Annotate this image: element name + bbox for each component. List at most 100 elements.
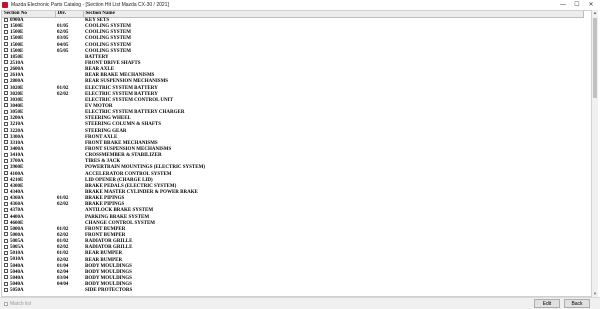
section-no: 3410A [10, 153, 24, 159]
match-list-checkbox-box[interactable] [4, 301, 8, 306]
row-checkbox[interactable] [4, 134, 8, 139]
section-no: 1850E [10, 54, 24, 60]
section-no-cell[interactable]: 0900A [2, 17, 55, 25]
row-checkbox[interactable] [4, 146, 8, 151]
row-checkbox[interactable] [4, 269, 8, 274]
table-body: 0900A KEY SETS 1500E 01/05 COOLING SYSTEM 150… [2, 17, 583, 295]
maximize-button[interactable]: ☐ [570, 0, 584, 10]
section-no: 2800A [10, 79, 24, 85]
row-checkbox[interactable] [4, 195, 8, 200]
row-checkbox[interactable] [4, 78, 8, 83]
section-no: 3050E [10, 110, 24, 116]
section-no: 5000A [10, 233, 24, 239]
row-checkbox[interactable] [4, 201, 8, 206]
row-checkbox[interactable] [4, 220, 8, 225]
row-checkbox[interactable] [4, 140, 8, 145]
row-checkbox[interactable] [4, 214, 8, 218]
row-checkbox[interactable] [4, 281, 8, 286]
section-no: 5040A [10, 269, 24, 275]
row-checkbox[interactable] [4, 91, 8, 96]
bottom-bar: Match list Edit Back [0, 297, 600, 309]
row-checkbox[interactable] [4, 275, 8, 280]
minimize-button[interactable]: — [556, 0, 570, 10]
match-list-checkbox[interactable]: Match list [4, 301, 31, 307]
section-no: 5000A [10, 226, 24, 232]
row-checkbox[interactable] [4, 256, 8, 261]
row-checkbox[interactable] [4, 66, 8, 71]
section-no: 4360A [10, 202, 24, 208]
row-checkbox[interactable] [4, 244, 8, 249]
section-no: 5040A [10, 263, 24, 269]
section-no: 4370A [10, 208, 24, 214]
row-checkbox[interactable] [4, 226, 8, 231]
row-checkbox[interactable] [4, 183, 8, 188]
row-checkbox[interactable] [4, 263, 8, 268]
section-no: 2510A [10, 61, 24, 67]
window-title: Mazda Electronic Parts Catalog - [Sectio… [11, 2, 169, 8]
row-checkbox[interactable] [4, 121, 8, 126]
table-row[interactable]: 0900A KEY SETS [2, 17, 583, 25]
section-no: 3020E [10, 85, 24, 91]
row-checkbox[interactable] [4, 35, 8, 40]
row-checkbox[interactable] [4, 164, 8, 169]
section-no: 3900E [10, 165, 24, 171]
row-checkbox[interactable] [4, 152, 8, 157]
section-no: 4300E [10, 183, 24, 189]
back-button[interactable]: Back [564, 299, 590, 308]
row-checkbox[interactable] [4, 60, 8, 65]
window-controls: — ☐ ✕ [556, 0, 598, 10]
row-checkbox[interactable] [4, 103, 8, 108]
section-table: Section No Div. Section Name 0900A KEY SE… [2, 11, 584, 294]
section-no: 1500E [10, 24, 24, 30]
row-checkbox[interactable] [4, 158, 8, 163]
section-no: 3220A [10, 128, 24, 134]
section-no: 5005A [10, 245, 24, 251]
section-no: 5010A [10, 257, 24, 263]
row-checkbox[interactable] [4, 29, 8, 34]
table-row[interactable]: 5050A SIDE PROTECTORS [2, 287, 583, 294]
section-no: 4600E [10, 220, 24, 226]
scroll-up-arrow-icon[interactable]: ▲ [592, 10, 598, 16]
row-checkbox[interactable] [4, 232, 8, 237]
section-no: 1500E [10, 36, 24, 42]
row-checkbox[interactable] [4, 207, 8, 212]
row-checkbox[interactable] [4, 42, 8, 47]
section-no: 5050A [10, 288, 24, 294]
row-checkbox[interactable] [4, 128, 8, 133]
row-checkbox[interactable] [4, 54, 8, 59]
row-checkbox[interactable] [4, 48, 8, 53]
section-name-cell: KEY SETS [85, 18, 110, 24]
div-cell [55, 288, 83, 294]
edit-button[interactable]: Edit [534, 299, 560, 308]
section-no: 3200A [10, 116, 24, 122]
row-checkbox[interactable] [4, 97, 8, 102]
section-no: 5040A [10, 282, 24, 288]
row-checkbox[interactable] [4, 17, 8, 22]
section-no-cell[interactable]: 5050A [2, 287, 55, 294]
row-checkbox[interactable] [4, 287, 8, 292]
row-checkbox[interactable] [4, 85, 8, 90]
row-checkbox[interactable] [4, 171, 8, 176]
section-no: 3300A [10, 134, 24, 140]
row-checkbox[interactable] [4, 72, 8, 77]
section-no: 3210A [10, 122, 24, 128]
row-checkbox[interactable] [4, 115, 8, 120]
section-no: 1500E [10, 30, 24, 36]
section-no: 3030E [10, 97, 24, 103]
vertical-scrollbar[interactable]: ▲ ▼ [592, 10, 598, 297]
section-hit-list: Section No Div. Section Name 0900A KEY SE… [1, 10, 592, 297]
scrollbar-thumb[interactable] [593, 18, 597, 98]
close-button[interactable]: ✕ [584, 0, 598, 10]
section-no: 0900A [10, 18, 24, 24]
row-checkbox[interactable] [4, 177, 8, 182]
section-no: 3400A [10, 147, 24, 153]
row-checkbox[interactable] [4, 250, 8, 255]
section-no: 4360A [10, 196, 24, 202]
row-checkbox[interactable] [4, 238, 8, 243]
row-checkbox[interactable] [4, 109, 8, 114]
row-checkbox[interactable] [4, 23, 8, 28]
section-no: 4100A [10, 171, 24, 177]
row-checkbox[interactable] [4, 189, 8, 194]
section-no: 5005A [10, 239, 24, 245]
app-icon [2, 2, 8, 8]
